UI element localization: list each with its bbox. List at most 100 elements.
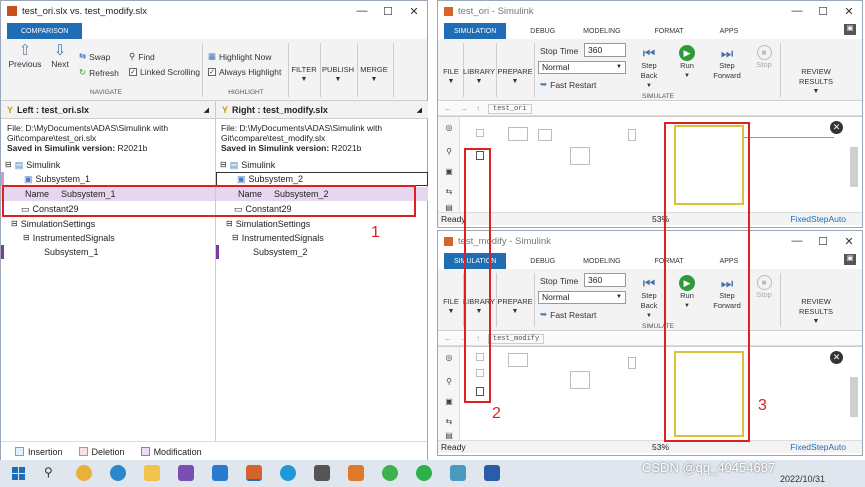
tab-modeling[interactable]: MODELING: [573, 253, 630, 269]
stop-time-field[interactable]: 360: [584, 273, 626, 287]
tab-format[interactable]: FORMAT: [645, 23, 694, 39]
run-button[interactable]: ▶ Run ▼: [674, 45, 700, 81]
breadcrumb[interactable]: test_ori: [488, 103, 532, 114]
tree-node-signal-item[interactable]: Subsystem_1: [1, 245, 215, 259]
tree-node-signals[interactable]: ⊟ InstrumentedSignals: [216, 231, 428, 245]
zoom-icon[interactable]: ⚲: [444, 377, 454, 387]
next-button[interactable]: ⇩ Next: [47, 43, 73, 70]
close-overlay-icon[interactable]: ✕: [830, 351, 843, 364]
tree-node-simulink[interactable]: ⊟ ▤ Simulink: [1, 158, 215, 172]
constant-block[interactable]: [476, 129, 484, 137]
up-arrow-icon[interactable]: ↑: [476, 104, 480, 113]
visual-studio-icon[interactable]: [178, 465, 194, 481]
stop-button[interactable]: ■ Stop: [752, 275, 776, 300]
chrome-icon[interactable]: [76, 465, 92, 481]
hide-icon[interactable]: ◎: [444, 123, 454, 133]
previous-button[interactable]: ⇧ Previous: [8, 43, 41, 70]
close-overlay-icon[interactable]: ✕: [830, 121, 843, 134]
simulation-mode-select[interactable]: Normal ▼: [538, 61, 626, 74]
model-block[interactable]: [628, 357, 636, 369]
collapse-icon[interactable]: ◢: [417, 106, 422, 114]
library-menu[interactable]: LIBRARY ▼: [463, 67, 495, 87]
model-canvas[interactable]: ◎ ⚲ ▣ ⇆ ▤ ✕: [438, 346, 862, 441]
find-button[interactable]: ⚲ Find: [129, 51, 155, 62]
arrows-icon[interactable]: ⇆: [444, 417, 454, 427]
tab-modeling[interactable]: MODELING: [573, 23, 630, 39]
edge-icon[interactable]: [110, 465, 126, 481]
review-results-menu[interactable]: REVIEW RESULTS ▼: [784, 67, 848, 97]
vscode-icon[interactable]: [212, 465, 228, 481]
tab-apps[interactable]: APPS: [710, 23, 749, 39]
chat-icon[interactable]: [416, 465, 432, 481]
maximize-button[interactable]: ☐: [810, 231, 836, 251]
minimize-button[interactable]: —: [349, 1, 375, 21]
close-button[interactable]: ✕: [836, 1, 862, 21]
refresh-button[interactable]: ↻ Refresh: [79, 67, 119, 78]
review-results-menu[interactable]: REVIEW RESULTS ▼: [784, 297, 848, 327]
maximize-button[interactable]: ☐: [810, 1, 836, 21]
publish-menu[interactable]: PUBLISH ▼: [321, 65, 355, 85]
always-highlight-checkbox[interactable]: ✓ Always Highlight: [208, 67, 281, 77]
model-block[interactable]: [628, 129, 636, 141]
wechat-icon[interactable]: [382, 465, 398, 481]
tab-simulation[interactable]: SIMULATION: [444, 23, 507, 39]
tree-node-signal-item[interactable]: Subsystem_2: [216, 245, 428, 259]
hide-icon[interactable]: ◎: [444, 353, 454, 363]
minimize-button[interactable]: —: [784, 231, 810, 251]
minimize-button[interactable]: —: [784, 1, 810, 21]
model-canvas[interactable]: ◎ ⚲ ▣ ⇆ ▤ ✕: [438, 116, 862, 213]
tab-debug[interactable]: DEBUG: [520, 253, 565, 269]
prepare-menu[interactable]: PREPARE ▼: [497, 297, 532, 317]
model-block[interactable]: [538, 129, 552, 141]
tree-node-subsystem[interactable]: ▣ Subsystem_1: [1, 172, 215, 186]
tree-node-settings[interactable]: ⊟ SimulationSettings: [1, 217, 215, 231]
tab-debug[interactable]: DEBUG: [520, 23, 565, 39]
step-back-button[interactable]: ⏮ Step Back ▼: [634, 275, 664, 321]
app-icon[interactable]: [348, 465, 364, 481]
fast-restart-button[interactable]: ➥ Fast Restart: [540, 79, 596, 90]
maximize-button[interactable]: ☐: [375, 1, 401, 21]
tree-node-settings[interactable]: ⊟ SimulationSettings: [216, 217, 428, 231]
collapse-icon[interactable]: ◢: [204, 106, 209, 114]
tree-node-signals[interactable]: ⊟ InstrumentedSignals: [1, 231, 215, 245]
windows-start-icon[interactable]: [12, 467, 25, 480]
file-menu[interactable]: FILE ▼: [440, 67, 462, 87]
close-button[interactable]: ✕: [401, 1, 427, 21]
forward-arrow-icon[interactable]: →: [460, 104, 468, 113]
search-icon[interactable]: ⚲: [44, 465, 53, 479]
simulation-mode-select[interactable]: Normal ▼: [538, 291, 626, 304]
linked-scrolling-checkbox[interactable]: ✓ Linked Scrolling: [129, 67, 200, 77]
fit-view-icon[interactable]: ▣: [444, 397, 454, 407]
notes-icon[interactable]: [450, 465, 466, 481]
fast-restart-button[interactable]: ➥ Fast Restart: [540, 309, 596, 320]
stop-button[interactable]: ■ Stop: [752, 45, 776, 70]
prepare-menu[interactable]: PREPARE ▼: [497, 67, 532, 87]
tree-node-subsystem[interactable]: ▣ Subsystem_2: [216, 172, 428, 186]
calculator-icon[interactable]: [314, 465, 330, 481]
step-forward-button[interactable]: ⏭ Step Forward: [710, 45, 744, 81]
file-explorer-icon[interactable]: [144, 465, 160, 481]
tree-node-simulink[interactable]: ⊟ ▤ Simulink: [216, 158, 428, 172]
model-block[interactable]: [570, 147, 590, 165]
swap-button[interactable]: ⇆ Swap: [79, 51, 110, 62]
zoom-icon[interactable]: ⚲: [444, 147, 454, 157]
stop-time-field[interactable]: 360: [584, 43, 626, 57]
model-block[interactable]: [570, 371, 590, 389]
matlab-taskbar-icon[interactable]: [246, 465, 262, 481]
expand-window-icon[interactable]: ▣: [844, 254, 856, 265]
merge-menu[interactable]: MERGE ▼: [358, 65, 390, 85]
step-back-button[interactable]: ⏮ Step Back ▼: [634, 45, 664, 91]
scrollbar[interactable]: [850, 147, 858, 187]
expand-window-icon[interactable]: ▣: [844, 24, 856, 35]
model-block[interactable]: [508, 127, 528, 141]
fit-view-icon[interactable]: ▣: [444, 167, 454, 177]
back-arrow-icon[interactable]: ←: [444, 104, 452, 113]
file-menu[interactable]: FILE ▼: [440, 297, 462, 317]
filter-menu[interactable]: FILTER ▼: [290, 65, 318, 85]
search-app-icon[interactable]: [280, 465, 296, 481]
model-block[interactable]: [508, 353, 528, 367]
breadcrumb[interactable]: test_modify: [488, 333, 545, 344]
back-arrow-icon[interactable]: ←: [444, 334, 452, 343]
word-icon[interactable]: [484, 465, 500, 481]
arrows-icon[interactable]: ⇆: [444, 187, 454, 197]
